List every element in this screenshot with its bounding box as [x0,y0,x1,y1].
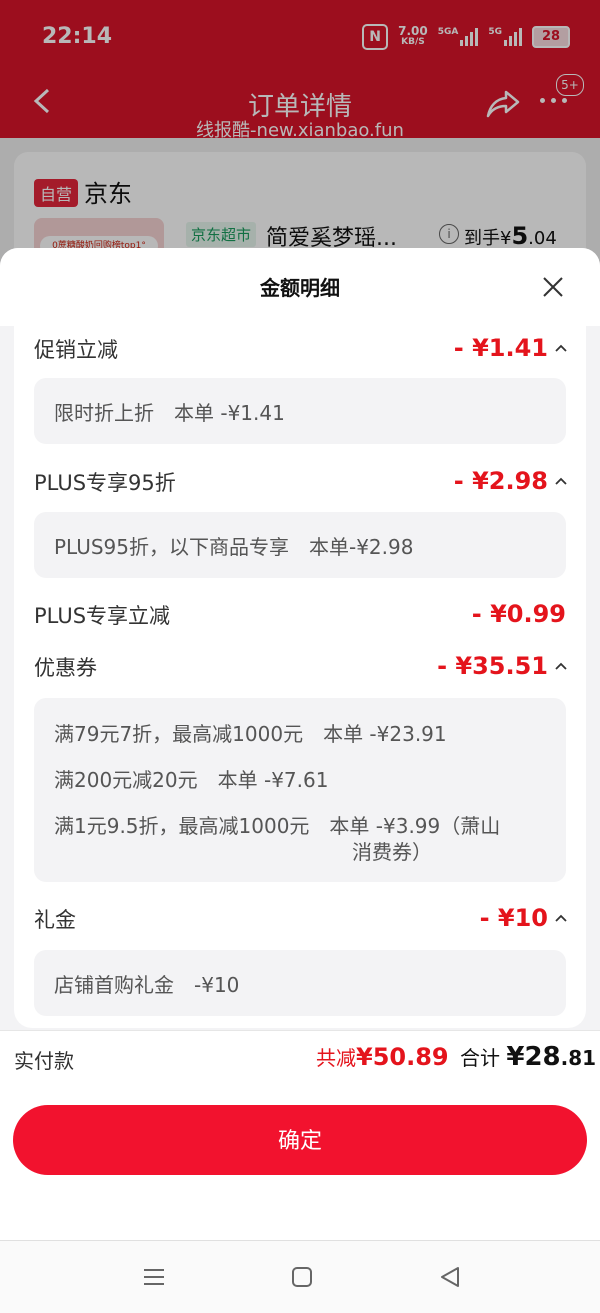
plus95-label: PLUS专享95折 [34,471,176,495]
menu-icon[interactable] [142,1265,166,1289]
coupon-line-3: 满1元9.5折，最高减1000元 本单 -¥3.99（萧山 [54,814,501,838]
gift-amount: - ¥10 [479,904,548,932]
sum-label: 合计 [460,1046,500,1070]
chevron-up-icon[interactable] [555,477,567,485]
pay-label: 实付款 [14,1049,74,1073]
coupon-label: 优惠券 [34,656,97,680]
pluscut-amount: - ¥0.99 [471,600,566,628]
gift-label: 礼金 [34,908,76,932]
total-sum: 合计 ¥28.81 [460,1042,596,1072]
chevron-up-icon[interactable] [555,914,567,922]
close-icon[interactable] [542,276,564,298]
coupon-detail-box: 满79元7折，最高减1000元 本单 -¥23.91 满200元减20元 本单 … [34,698,566,882]
chevron-up-icon[interactable] [555,344,567,352]
home-icon[interactable] [290,1265,314,1289]
system-nav-bar [0,1240,600,1313]
gift-detail: 店铺首购礼金 -¥10 [54,973,240,997]
total-reduction: 共减¥50.89 [316,1042,449,1071]
pluscut-label: PLUS专享立减 [34,604,171,628]
detail-panel: 促销立减 - ¥1.41 限时折上折 本单 -¥1.41 PLUS专享95折 -… [14,326,586,1028]
confirm-button[interactable]: 确定 [13,1105,587,1175]
sheet-title: 金额明细 [260,276,340,300]
plus95-detail-box: PLUS95折，以下商品专享 本单-¥2.98 [34,512,566,578]
plus95-amount: - ¥2.98 [453,467,548,495]
coupon-line-2: 满200元减20元 本单 -¥7.61 [54,768,329,792]
sum-int: 28 [524,1042,561,1072]
coupon-amount: - ¥35.51 [437,652,548,680]
promo-amount: - ¥1.41 [453,334,548,362]
gift-detail-box: 店铺首购礼金 -¥10 [34,950,566,1016]
payment-summary-bar: 实付款 共减¥50.89 合计 ¥28.81 [0,1030,600,1084]
sheet-header: 金额明细 [0,248,600,326]
sum-currency: ¥ [506,1042,525,1072]
back-triangle-icon[interactable] [438,1265,462,1289]
sum-decimal: .81 [560,1046,597,1070]
promo-detail-box: 限时折上折 本单 -¥1.41 [34,378,566,444]
coupon-line-3-cont: 消费券） [352,840,432,864]
reduce-amount: ¥50.89 [356,1043,449,1071]
promo-label: 促销立减 [34,338,118,362]
chevron-up-icon[interactable] [555,662,567,670]
promo-detail: 限时折上折 本单 -¥1.41 [54,401,285,425]
plus95-detail: PLUS95折，以下商品专享 本单-¥2.98 [54,535,414,559]
coupon-line-1: 满79元7折，最高减1000元 本单 -¥23.91 [54,722,447,746]
reduce-label: 共减 [316,1046,356,1070]
footer-area: 确定 [0,1083,600,1241]
